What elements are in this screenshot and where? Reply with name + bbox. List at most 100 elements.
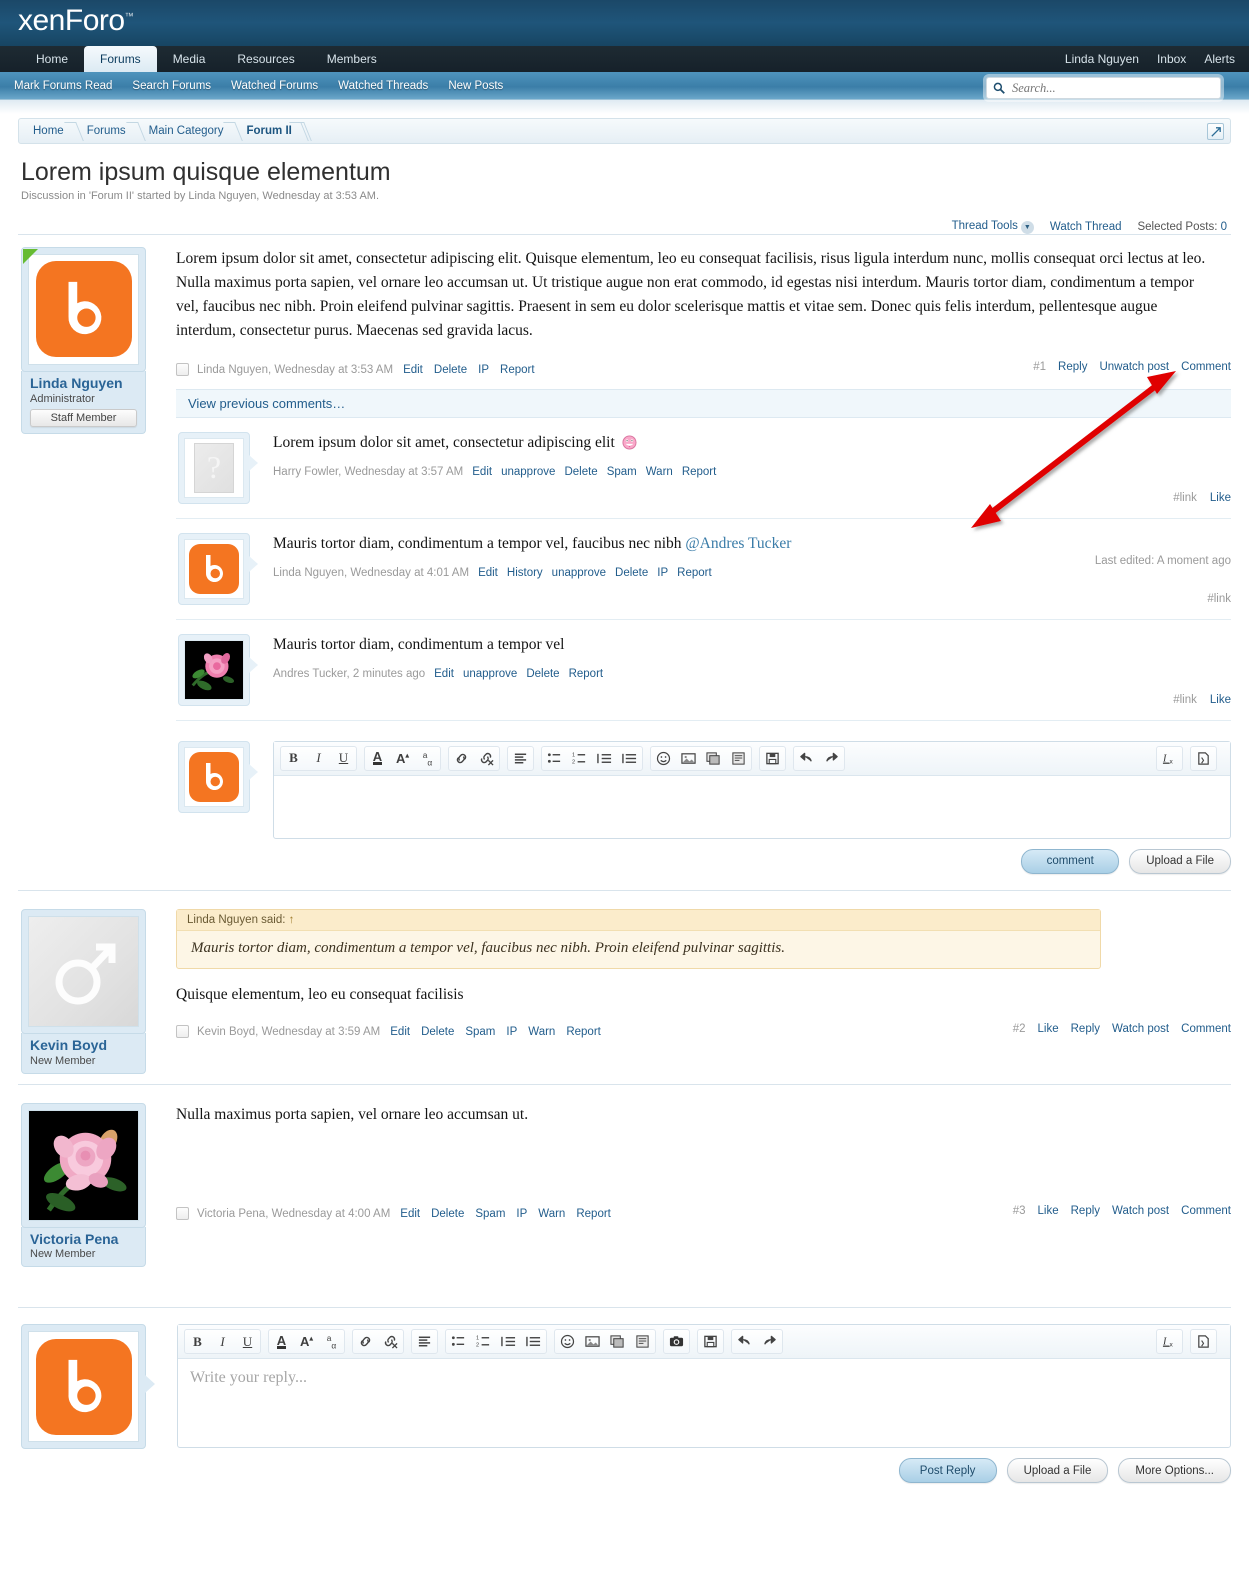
nav-link-inbox[interactable]: Inbox (1157, 52, 1186, 66)
nav-tab-members[interactable]: Members (311, 46, 393, 72)
post-2-edit-link[interactable]: Edit (390, 1026, 410, 1038)
post-2-reply-link[interactable]: Reply (1071, 1023, 1100, 1035)
post-1-select-checkbox[interactable] (176, 363, 189, 377)
comment-1-avatar[interactable]: ? (178, 431, 258, 504)
unlink-icon[interactable] (474, 747, 499, 770)
post-3-edit-link[interactable]: Edit (400, 1208, 420, 1220)
post-reply-button[interactable]: Post Reply (898, 1458, 997, 1484)
subnav-search-forums[interactable]: Search Forums (132, 80, 211, 92)
post-1-unwatch-post-link[interactable]: Unwatch post (1099, 361, 1169, 373)
post-3-reply-link[interactable]: Reply (1071, 1205, 1100, 1217)
post-1-comment-link[interactable]: Comment (1181, 361, 1231, 373)
comment-1-permalink[interactable]: #link (1173, 492, 1197, 504)
underline-icon[interactable]: U (331, 747, 356, 770)
nav-tab-media[interactable]: Media (157, 46, 222, 72)
font-family-icon[interactable]: aα (415, 747, 440, 770)
smiley-icon[interactable] (555, 1330, 580, 1353)
comment-upload-file-button[interactable]: Upload a File (1129, 848, 1231, 874)
undo-icon[interactable] (794, 747, 819, 770)
comment-2-ip-link[interactable]: IP (657, 567, 668, 579)
comment-3-delete-link[interactable]: Delete (526, 668, 559, 680)
bullet-list-icon[interactable] (542, 747, 567, 770)
outdent-icon[interactable] (592, 747, 617, 770)
post-2-watch-post-link[interactable]: Watch post (1112, 1023, 1169, 1035)
post-2-username[interactable]: Kevin Boyd (30, 1037, 137, 1054)
font-size-icon[interactable]: A▴ (390, 747, 415, 770)
comment-1-delete-link[interactable]: Delete (564, 466, 597, 478)
post-3-ip-link[interactable]: IP (516, 1208, 527, 1220)
remove-formatting-icon[interactable]: Ix (1157, 1330, 1182, 1353)
comment-3-report-link[interactable]: Report (569, 668, 604, 680)
subnav-mark-forums-read[interactable]: Mark Forums Read (14, 80, 112, 92)
italic-icon[interactable]: I (306, 747, 331, 770)
bullet-list-icon[interactable] (446, 1330, 471, 1353)
comment-2-report-link[interactable]: Report (677, 567, 712, 579)
comment-3-permalink[interactable]: #link (1173, 694, 1197, 706)
comment-2-delete-link[interactable]: Delete (615, 567, 648, 579)
comment-1-like-link[interactable]: Like (1210, 492, 1231, 504)
comment-3-unapprove-link[interactable]: unapprove (463, 668, 517, 680)
comment-1-spam-link[interactable]: Spam (607, 466, 637, 478)
post-3-delete-link[interactable]: Delete (431, 1208, 464, 1220)
search-box[interactable] (986, 77, 1221, 99)
post-3-username[interactable]: Victoria Pena (30, 1231, 137, 1248)
camera-icon[interactable] (664, 1330, 689, 1353)
breadcrumb-main-category[interactable]: Main Category (135, 118, 233, 144)
subnav-watched-forums[interactable]: Watched Forums (231, 80, 318, 92)
watch-thread-button[interactable]: Watch Thread (1050, 221, 1122, 233)
redo-icon[interactable] (819, 747, 844, 770)
breadcrumb-home[interactable]: Home (19, 118, 73, 144)
post-2-like-link[interactable]: Like (1038, 1023, 1059, 1035)
comment-1-report-link[interactable]: Report (682, 466, 717, 478)
site-logo[interactable]: xenForo™ (18, 4, 134, 38)
post-3-like-link[interactable]: Like (1038, 1205, 1059, 1217)
comment-2-edit-link[interactable]: Edit (478, 567, 498, 579)
undo-icon[interactable] (732, 1330, 757, 1353)
nav-link-account[interactable]: Linda Nguyen (1065, 52, 1139, 66)
more-options-button[interactable]: More Options... (1118, 1458, 1231, 1484)
post-3-warn-link[interactable]: Warn (538, 1208, 565, 1220)
comment-3-like-link[interactable]: Like (1210, 694, 1231, 706)
post-3-watch-post-link[interactable]: Watch post (1112, 1205, 1169, 1217)
image-icon[interactable] (676, 747, 701, 770)
underline-icon[interactable]: U (235, 1330, 260, 1353)
redo-icon[interactable] (757, 1330, 782, 1353)
view-previous-comments-link[interactable]: View previous comments… (176, 388, 1231, 418)
nav-link-alerts[interactable]: Alerts (1204, 52, 1235, 66)
text-color-icon[interactable]: A (269, 1330, 294, 1353)
comment-1-edit-link[interactable]: Edit (472, 466, 492, 478)
comment-2-avatar[interactable] (178, 532, 258, 605)
comment-editor-input[interactable] (274, 776, 1230, 838)
post-3-comment-link[interactable]: Comment (1181, 1205, 1231, 1217)
avatar[interactable] (21, 246, 146, 372)
smiley-icon[interactable] (651, 747, 676, 770)
post-3-report-link[interactable]: Report (576, 1208, 611, 1220)
comment-3-avatar[interactable] (178, 633, 258, 706)
media-icon[interactable] (605, 1330, 630, 1353)
post-1-edit-link[interactable]: Edit (403, 364, 423, 376)
font-family-icon[interactable]: aα (319, 1330, 344, 1353)
post-2-spam-link[interactable]: Spam (465, 1026, 495, 1038)
numbered-list-icon[interactable]: 12 (567, 747, 592, 770)
bold-icon[interactable]: B (281, 747, 306, 770)
post-1-ip-link[interactable]: IP (478, 364, 489, 376)
link-icon[interactable] (353, 1330, 378, 1353)
indent-icon[interactable] (521, 1330, 546, 1353)
avatar[interactable] (21, 908, 146, 1034)
post-2-ip-link[interactable]: IP (506, 1026, 517, 1038)
comment-1-warn-link[interactable]: Warn (646, 466, 673, 478)
breadcrumb-forums[interactable]: Forums (73, 118, 135, 144)
image-icon[interactable] (580, 1330, 605, 1353)
draft-save-icon[interactable] (698, 1330, 723, 1353)
post-2-delete-link[interactable]: Delete (421, 1026, 454, 1038)
post-2-report-link[interactable]: Report (566, 1026, 601, 1038)
nav-tab-home[interactable]: Home (20, 46, 84, 72)
jump-to-quote-icon[interactable]: ↑ (289, 914, 295, 926)
draft-save-icon[interactable] (760, 747, 785, 770)
comment-2-mention[interactable]: @Andres Tucker (685, 535, 791, 552)
align-icon[interactable] (508, 747, 533, 770)
post-2-warn-link[interactable]: Warn (528, 1026, 555, 1038)
outdent-icon[interactable] (496, 1330, 521, 1353)
comment-2-unapprove-link[interactable]: unapprove (552, 567, 606, 579)
post-2-select-checkbox[interactable] (176, 1025, 189, 1039)
